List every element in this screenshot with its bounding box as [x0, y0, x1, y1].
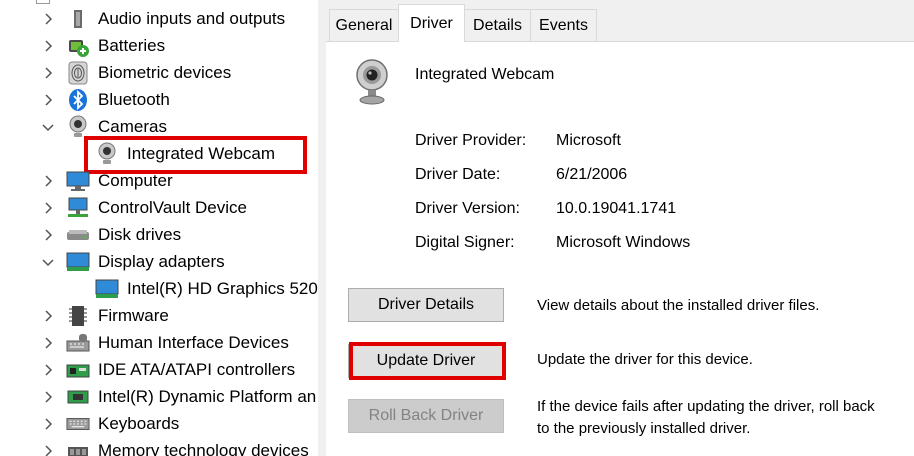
tree-item-hid[interactable]: Human Interface Devices — [0, 329, 318, 356]
tree-item-label: Keyboards — [98, 413, 180, 433]
speaker-icon — [66, 7, 90, 31]
chevron-right-icon[interactable] — [40, 200, 56, 216]
tree-item-label: Audio inputs and outputs — [98, 8, 286, 28]
driver-tab-panel: Integrated Webcam Driver Provider: Micro… — [326, 41, 914, 456]
tree-item-intel-hd-graphics[interactable]: Intel(R) HD Graphics 520 — [0, 275, 318, 302]
memory-icon — [66, 439, 90, 456]
update-driver-description: Update the driver for this device. — [537, 351, 753, 368]
chevron-right-icon[interactable] — [40, 11, 56, 27]
device-name: Integrated Webcam — [415, 66, 555, 83]
device-tree: Audio inputs and outputs Batteries Biome… — [0, 0, 318, 456]
hid-keyboard-icon — [66, 331, 90, 355]
chevron-right-icon[interactable] — [40, 389, 56, 405]
chevron-right-icon[interactable] — [40, 38, 56, 54]
battery-icon — [66, 34, 90, 58]
chevron-right-icon[interactable] — [40, 92, 56, 108]
tree-item-label: Memory technology devices — [98, 440, 309, 456]
tree-item-controlvault[interactable]: ControlVault Device — [0, 194, 318, 221]
driver-date-label: Driver Date: — [415, 166, 501, 183]
keyboard-icon — [66, 412, 90, 436]
tree-item-firmware[interactable]: Firmware — [0, 302, 318, 329]
tree-scroll-artifact — [36, 0, 50, 4]
chevron-right-icon[interactable] — [40, 443, 56, 456]
tree-item-keyboards[interactable]: Keyboards — [0, 410, 318, 437]
tab-events[interactable]: Events — [530, 9, 597, 41]
tree-item-ide-ata[interactable]: IDE ATA/ATAPI controllers — [0, 356, 318, 383]
tree-item-audio[interactable]: Audio inputs and outputs — [0, 5, 318, 32]
firmware-chip-icon — [66, 304, 90, 328]
tree-item-label: Firmware — [98, 305, 169, 325]
tree-item-biometric[interactable]: Biometric devices — [0, 59, 318, 86]
chevron-right-icon[interactable] — [40, 362, 56, 378]
monitor-icon — [66, 169, 90, 193]
tree-item-label: Computer — [98, 170, 173, 190]
tree-item-label: Human Interface Devices — [98, 332, 289, 352]
webcam-icon — [66, 115, 90, 139]
driver-version-value: 10.0.19041.1741 — [556, 200, 677, 217]
properties-dialog: General Driver Details Events Integrated… — [326, 0, 914, 456]
tree-item-computer[interactable]: Computer — [0, 167, 318, 194]
roll-back-driver-button[interactable]: Roll Back Driver — [348, 399, 504, 433]
display-adapter-icon — [66, 250, 90, 274]
tree-item-label: Biometric devices — [98, 62, 232, 82]
pane-splitter[interactable] — [318, 0, 326, 456]
roll-back-driver-description: If the device fails after updating the d… — [537, 398, 875, 437]
chevron-down-icon[interactable] — [40, 254, 56, 270]
ide-controller-icon — [66, 358, 90, 382]
chevron-right-icon[interactable] — [40, 308, 56, 324]
digital-signer-value: Microsoft Windows — [556, 234, 691, 251]
tree-item-label: ControlVault Device — [98, 197, 247, 217]
chevron-right-icon[interactable] — [40, 65, 56, 81]
chevron-down-icon[interactable] — [40, 119, 56, 135]
tree-item-intel-dynamic[interactable]: Intel(R) Dynamic Platform an — [0, 383, 318, 410]
tree-item-label: Disk drives — [98, 224, 182, 244]
driver-provider-label: Driver Provider: — [415, 132, 527, 149]
tree-item-disk-drives[interactable]: Disk drives — [0, 221, 318, 248]
chevron-right-icon[interactable] — [40, 173, 56, 189]
tree-item-label: Batteries — [98, 35, 166, 55]
tree-item-label: IDE ATA/ATAPI controllers — [98, 359, 296, 379]
webcam-icon — [354, 58, 390, 111]
chevron-right-icon[interactable] — [40, 227, 56, 243]
driver-details-button[interactable]: Driver Details — [348, 288, 504, 322]
tree-item-label: Display adapters — [98, 251, 225, 271]
chevron-right-icon[interactable] — [40, 335, 56, 351]
disk-drive-icon — [66, 223, 90, 247]
tree-item-label: Cameras — [98, 116, 167, 136]
chevron-right-icon[interactable] — [40, 416, 56, 432]
tree-item-label: Intel(R) Dynamic Platform an — [98, 386, 317, 406]
network-device-icon — [66, 196, 90, 220]
tree-item-batteries[interactable]: Batteries — [0, 32, 318, 59]
bluetooth-icon — [66, 88, 90, 112]
tree-item-label: Bluetooth — [98, 89, 170, 109]
tab-details[interactable]: Details — [464, 9, 531, 41]
processor-icon — [66, 385, 90, 409]
tree-item-label: Intel(R) HD Graphics 520 — [127, 278, 318, 298]
fingerprint-icon — [66, 61, 90, 85]
tab-driver[interactable]: Driver — [398, 4, 465, 42]
driver-date-value: 6/21/2006 — [556, 166, 628, 183]
tree-item-memory[interactable]: Memory technology devices — [0, 437, 318, 456]
tree-item-bluetooth[interactable]: Bluetooth — [0, 86, 318, 113]
tab-general[interactable]: General — [329, 9, 399, 41]
digital-signer-label: Digital Signer: — [415, 234, 515, 251]
driver-provider-value: Microsoft — [556, 132, 621, 149]
display-adapter-icon — [95, 277, 119, 301]
driver-version-label: Driver Version: — [415, 200, 520, 217]
driver-details-description: View details about the installed driver … — [537, 297, 820, 314]
highlight-box — [349, 342, 506, 380]
tree-item-display-adapters[interactable]: Display adapters — [0, 248, 318, 275]
